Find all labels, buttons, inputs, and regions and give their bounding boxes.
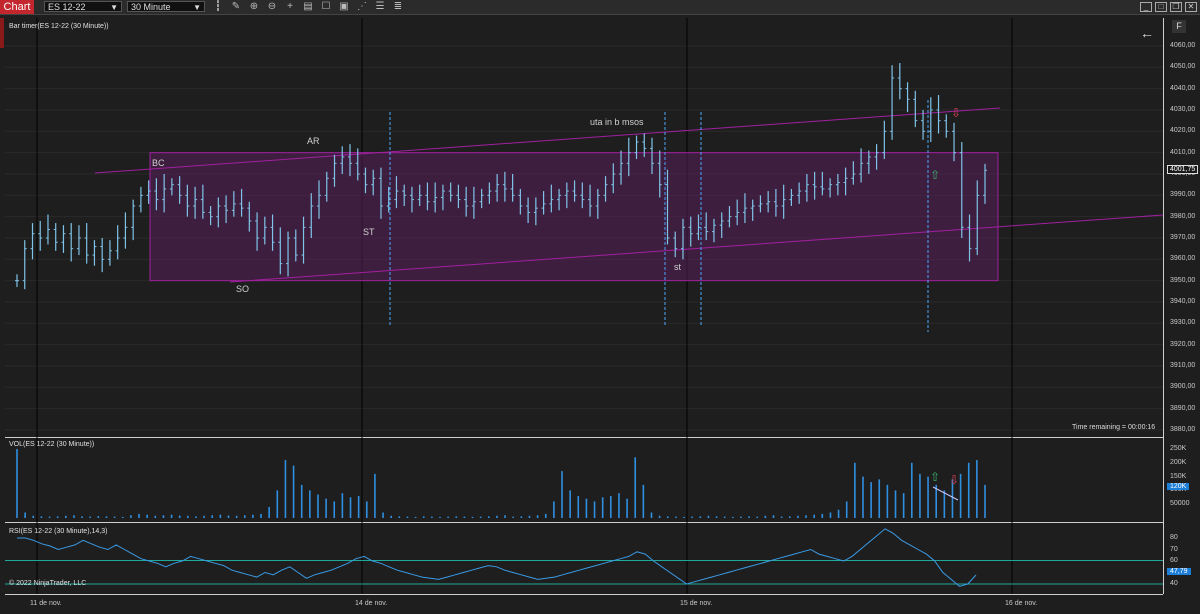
annotation-so: SO <box>236 284 250 294</box>
down-arrow-icon: ⇩ <box>949 473 960 487</box>
date-label-1: 14 de nov. <box>355 600 388 607</box>
chart-background <box>0 15 1200 614</box>
annotation-st-upper: ST <box>363 227 375 237</box>
price-tick-label: 3890,00 <box>1170 404 1196 412</box>
price-tick-label: 3970,00 <box>1170 234 1196 241</box>
price-tick-label: 4040,00 <box>1170 84 1196 92</box>
price-tick-label: 4010,00 <box>1170 148 1196 156</box>
price-tick-label: 3900,00 <box>1170 383 1196 391</box>
rsi-tick-label: 40 <box>1170 580 1178 587</box>
annotation-uta: uta in b msos <box>590 117 644 127</box>
up-arrow-icon: ⇧ <box>930 168 941 182</box>
annotation-ar: AR <box>307 136 320 146</box>
main-panel-title: Bar timer(ES 12-22 (30 Minute)) <box>9 23 109 30</box>
down-arrow-icon: ⇩ <box>951 106 962 120</box>
price-tick-label: 4020,00 <box>1170 127 1196 135</box>
f-button[interactable]: F <box>1172 20 1186 33</box>
date-label-0: 11 de nov. <box>30 600 62 607</box>
price-tick-label: 3930,00 <box>1170 319 1196 327</box>
price-tick-label: 3950,00 <box>1170 276 1196 284</box>
price-tick-label: 4060,00 <box>1170 42 1196 49</box>
price-tick-label: 4050,00 <box>1170 63 1196 71</box>
price-tick-label: 3990,00 <box>1170 191 1196 199</box>
volume-last-label: 120K <box>1167 483 1190 490</box>
price-tick-label: 3910,00 <box>1170 362 1196 369</box>
rsi-tick-label: 70 <box>1170 545 1178 553</box>
rsi-tick-label: 60 <box>1170 557 1178 564</box>
copyright-text: © 2022 NinjaTrader, LLC <box>9 580 87 587</box>
price-tick-label: 3920,00 <box>1170 340 1196 348</box>
trading-range-box <box>149 152 999 282</box>
price-tick-label: 3940,00 <box>1170 298 1196 305</box>
price-tick-label: 4030,00 <box>1170 106 1196 113</box>
volume-tick-label: 50000 <box>1170 500 1190 508</box>
price-tick-label: 3960,00 <box>1170 255 1196 263</box>
volume-tick-label: 250K <box>1170 445 1187 452</box>
date-label-2: 15 de nov. <box>680 600 713 607</box>
last-price-label: 4001,75 <box>1167 165 1199 174</box>
rsi-last-label: 47,79 <box>1167 568 1191 575</box>
rsi-panel-title: RSI(ES 12-22 (30 Minute),14,3) <box>9 528 108 535</box>
left-edge-marker <box>0 18 4 48</box>
up-arrow-icon: ⇧ <box>930 470 941 484</box>
annotation-bc: BC <box>152 158 165 168</box>
volume-tick-label: 200K <box>1170 458 1187 466</box>
price-tick-label: 3980,00 <box>1170 212 1196 220</box>
time-remaining-text: Time remaining = 00:00:16 <box>1072 424 1156 431</box>
rsi-tick-label: 80 <box>1170 534 1178 541</box>
chart-canvas[interactable] <box>0 0 1200 614</box>
date-label-3: 16 de nov. <box>1005 600 1038 607</box>
volume-panel-title: VOL(ES 12-22 (30 Minute)) <box>9 441 95 448</box>
back-arrow-icon[interactable]: ← <box>1140 25 1154 41</box>
annotation-st-lower: st <box>674 262 682 272</box>
price-tick-label: 3880,00 <box>1170 426 1196 433</box>
volume-tick-label: 150K <box>1170 472 1187 480</box>
